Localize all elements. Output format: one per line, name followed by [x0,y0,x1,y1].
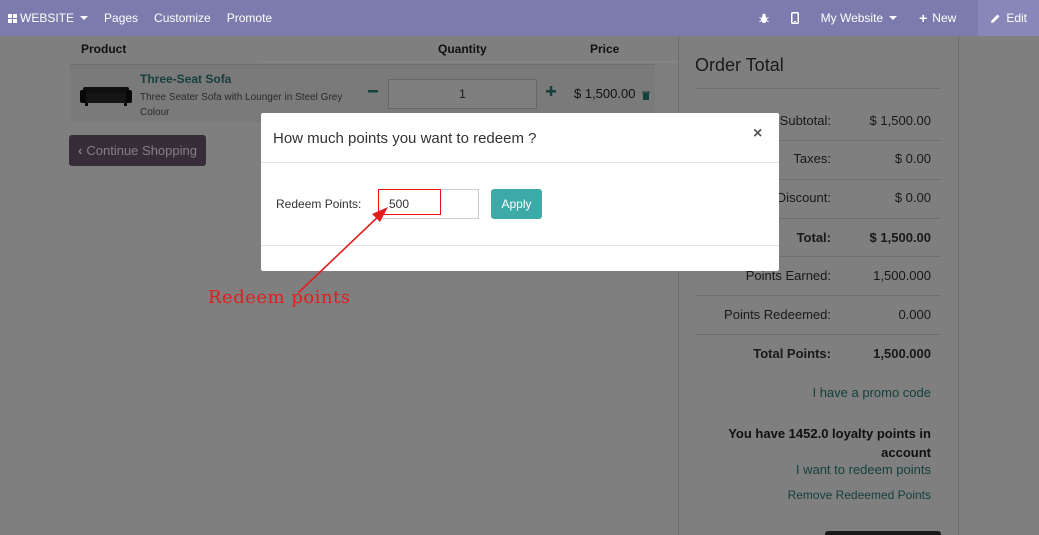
decorative-line [260,61,678,62]
debug-bug-button[interactable] [758,13,769,24]
mobile-preview-button[interactable] [790,12,799,24]
my-website-label: My Website [820,11,884,25]
annotation-label: Redeem points [208,287,351,308]
caret-down-icon [80,16,89,20]
caret-down-icon [889,16,898,20]
pages-menu[interactable]: Pages [104,11,138,25]
pencil-icon [991,14,1000,23]
apps-grid-icon [8,13,17,23]
redeem-points-label: Redeem Points: [276,197,362,211]
customize-menu[interactable]: Customize [154,11,211,25]
plus-icon: + [919,10,928,26]
close-icon[interactable]: × [753,125,762,143]
website-menu-label: WEBSITE [20,11,75,25]
apply-button[interactable]: Apply [491,189,542,219]
website-menu[interactable]: WEBSITE [8,11,89,25]
my-website-menu[interactable]: My Website [820,11,898,25]
modal-footer-divider [261,245,779,246]
modal-header-divider [261,162,779,163]
redeem-points-modal: How much points you want to redeem ? × R… [261,113,779,271]
new-button[interactable]: + New [919,10,956,26]
modal-title: How much points you want to redeem ? [273,130,537,147]
promote-menu[interactable]: Promote [227,11,272,25]
edit-label: Edit [1006,11,1027,25]
mobile-icon [790,12,799,24]
bug-icon [758,13,769,23]
edit-button[interactable]: Edit [978,0,1039,36]
new-label: New [932,11,957,25]
modal-backdrop[interactable] [0,36,1039,535]
top-navbar: WEBSITE Pages Customize Promote My Websi… [0,0,1039,36]
redeem-points-input[interactable]: 500 [378,189,479,219]
